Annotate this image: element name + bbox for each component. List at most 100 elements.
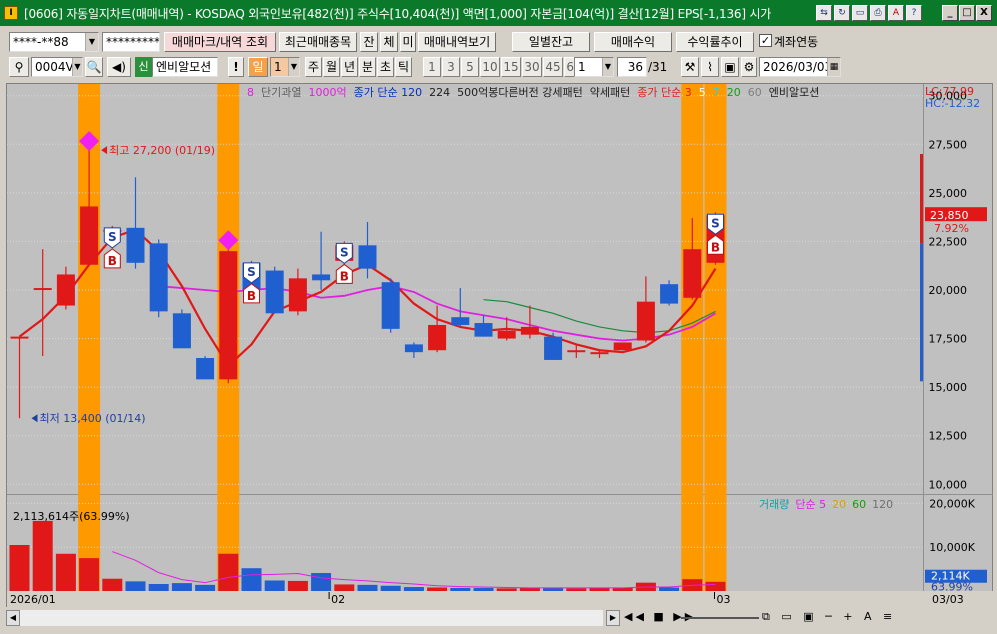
print-icon[interactable]: ⎙ [870,5,886,21]
pin-icon[interactable]: ⚲ [9,57,29,77]
interval-button[interactable]: 3 [442,57,460,77]
legend-item: 8 [247,86,254,99]
trade-profit-button[interactable]: 매매수익 [594,32,672,52]
price-chart[interactable]: 30,00027,50025,00022,50020,00017,50015,0… [7,84,994,608]
executed-button[interactable]: 체 [380,32,398,52]
volume-legend-item: 60 [852,498,866,511]
trade-history-button[interactable]: 매매내역보기 [418,32,496,52]
chevron-down-icon[interactable]: ▼ [85,33,98,51]
interval-button[interactable]: 1 [423,57,441,77]
candle-body [544,336,563,360]
candle [149,239,168,318]
stock-code-input[interactable]: 0004V0 ▼ [31,57,83,77]
legend-item: 5 [699,86,706,99]
candle-body [172,313,191,349]
candle-body [451,317,470,325]
volume-bar [334,584,355,591]
date-axis-right: 03/03 [932,593,964,606]
interval-select[interactable]: 1 ▼ [574,57,614,77]
settings-icon[interactable]: ⚙ [741,57,757,77]
recent-trades-button[interactable]: 최근매매종목 [279,32,357,52]
save-icon[interactable]: ▣ [721,57,739,77]
period-num-select[interactable]: 1 ▼ [270,57,300,77]
daily-balance-button[interactable]: 일별잔고 [512,32,590,52]
price-tick-label: 15,000 [929,381,968,394]
scroll-right-icon[interactable]: ▶ [606,610,620,626]
buy-mark-label: B [247,289,256,303]
candle-body [381,282,400,329]
interval-button[interactable]: 30 [522,57,542,77]
volume-bar [566,588,587,591]
period-button[interactable]: 틱 [395,57,412,77]
candle-body [56,274,75,306]
minimize-button[interactable]: _ [942,5,958,21]
calendar-icon[interactable]: ▦ [827,58,840,76]
legend-item: 60 [748,86,762,99]
link-icon[interactable]: ⇆ [816,5,832,21]
period-button[interactable]: 초 [377,57,394,77]
refresh-icon[interactable]: ↻ [834,5,850,21]
alert-icon[interactable]: ! [228,57,244,77]
stock-name-field[interactable]: 엔비알모션 [152,57,218,77]
chart-scrollbar[interactable]: ◀ ▶ ◀◀ ■ ▶▶ ⧉ ▭ ▣ ─ + A ≡ [6,608,993,628]
legend-item: 224 [429,86,450,99]
trade-mark-button[interactable]: 매매마크/내역 조회 [164,32,276,52]
monitor-icon[interactable]: ▭ [852,5,868,21]
period-button[interactable]: 월 [323,57,340,77]
chart-area[interactable]: 30,000 27,500 25,000 22,500 20,000 17,500 15,0… [6,83,993,607]
candle-body [520,326,539,335]
period-button[interactable]: 분 [359,57,376,77]
title-bar: I [0606] 자동일지차트(매매내역) - KOSDAQ 외국인보유[482… [0,0,997,26]
tools-icon[interactable]: ⚒ [681,57,699,77]
interval-button[interactable]: 5 [461,57,479,77]
legend-item: 20 [727,86,741,99]
zoom-icons[interactable]: ⧉ ▭ ▣ ─ + A ≡ [762,610,896,624]
volume-legend-item: 단순 5 [795,498,826,511]
buy-mark-label: B [108,254,117,268]
period-button[interactable]: 주 [305,57,322,77]
account-link-checkbox[interactable]: ✓ [759,34,772,47]
candle-body [219,251,238,380]
period-button[interactable]: 년 [341,57,358,77]
chevron-down-icon[interactable]: ▼ [602,58,613,76]
volume-bar [403,587,424,591]
return-trend-button[interactable]: 수익률추이 [676,32,754,52]
chevron-down-icon[interactable]: ▼ [72,58,82,76]
restore-button[interactable]: □ [959,5,975,21]
scroll-left-icon[interactable]: ◀ [6,610,20,626]
volume-bar [705,581,726,591]
unexecuted-button[interactable]: 미 [400,32,416,52]
compare-icon[interactable]: ⌇ [701,57,719,77]
password-field[interactable]: ********* [102,32,160,52]
account-select[interactable]: ****-**88 ▼ [9,32,99,52]
search-icon[interactable]: 🔍 [85,57,103,77]
candle-body [660,284,679,304]
candle [219,249,238,384]
interval-value: 1 [578,60,586,74]
help-icon[interactable]: ? [906,5,922,21]
chevron-down-icon[interactable]: ▼ [288,58,299,76]
close-button[interactable]: X [976,5,992,21]
interval-button[interactable]: 15 [501,57,521,77]
interval-button[interactable]: 10 [480,57,500,77]
scroll-track[interactable] [20,610,603,626]
clear-icon[interactable]: A [888,5,904,21]
zoom-slider[interactable] [681,617,759,619]
candle-body [126,227,145,263]
candle-body [10,336,29,339]
volume-bar [357,584,378,591]
speaker-icon[interactable]: ◀) [107,57,131,77]
date-input[interactable]: 2026/03/03 ▦ [759,57,841,77]
bar-count-input[interactable]: 36 [617,57,647,77]
candle-body [474,323,493,337]
balance-button[interactable]: 잔 [360,32,378,52]
current-percent: 7.92% [934,222,969,235]
candle-body [428,324,447,351]
candle-body [196,358,215,380]
legend-item: 500억봉다른버전 강세패턴 [457,86,583,99]
interval-button[interactable]: 45 [543,57,563,77]
period-day-button[interactable]: 일 [248,57,268,77]
sell-mark-label: S [247,265,256,279]
candle-body [358,245,377,269]
price-tick-label: 12,500 [929,430,968,443]
